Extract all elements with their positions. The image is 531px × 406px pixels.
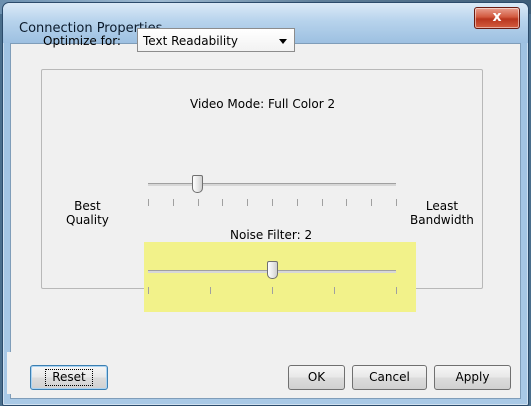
cancel-button[interactable]: Cancel [352,365,427,390]
slider-tick [346,199,348,206]
noise-filter-highlight [144,242,416,312]
video-mode-slider-thumb[interactable] [192,175,204,193]
close-button[interactable]: x [474,7,520,29]
slider-tick [272,287,273,294]
slider-tick [148,199,149,206]
slider-tick [396,199,397,206]
optimize-for-label: Optimize for: [43,34,121,48]
best-quality-label: Best Quality [66,199,109,227]
slider-tick [296,199,298,206]
slider-tick [272,199,273,206]
reset-button-label: Reset [45,369,93,386]
chevron-down-icon [279,39,287,44]
slider-tick [172,199,174,206]
slider-tick [321,199,323,206]
slider-tick [334,287,335,294]
slider-tick [371,199,373,206]
optimize-for-dropdown[interactable]: Text Readability [137,28,295,52]
least-bandwidth-label: Least Bandwidth [410,199,474,227]
ok-button[interactable]: OK [288,365,345,390]
apply-button[interactable]: Apply [434,365,511,390]
slider-tick [222,199,224,206]
slider-tick [247,199,249,206]
video-mode-label: Video Mode: Full Color 2 [190,97,336,111]
best-quality-line2: Quality [66,213,109,227]
video-mode-slider-track[interactable] [148,183,396,186]
reset-button[interactable]: Reset [30,365,108,390]
noise-filter-slider-thumb[interactable] [266,261,278,279]
noise-filter-label: Noise Filter: 2 [230,228,313,242]
close-icon: x [492,9,502,25]
optimize-for-value: Text Readability [143,34,239,48]
least-bandwidth-line1: Least [425,199,459,213]
slider-tick [148,287,149,294]
slider-tick [197,199,199,206]
slider-tick [210,287,211,294]
least-bandwidth-line2: Bandwidth [410,213,474,227]
slider-tick [396,287,397,294]
best-quality-line1: Best [74,199,101,213]
